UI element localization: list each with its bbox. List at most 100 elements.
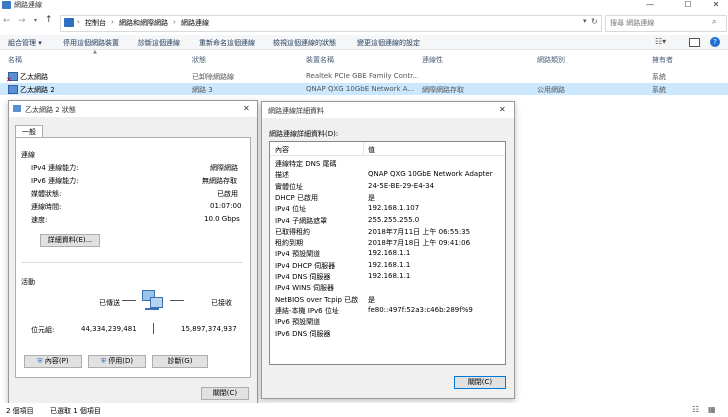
details-view-icon[interactable]: ☷ — [692, 405, 699, 414]
change-settings-button[interactable]: 變更這個連線的設定 — [357, 38, 420, 48]
detail-property: 已取得租約 — [275, 227, 310, 236]
detail-property: 描述 — [275, 171, 289, 180]
details-button[interactable]: 詳細資料(E)... — [40, 234, 100, 247]
close-button[interactable]: 關閉(C) — [201, 387, 249, 400]
breadcrumb-network-connections[interactable]: 網路連線 — [181, 18, 209, 28]
detail-property: IPv6 預設閘道 — [275, 318, 321, 327]
details-list-header: 內容 值 — [270, 142, 505, 156]
detail-value: QNAP QXG 10GbE Network Adapter — [368, 170, 493, 179]
organize-button[interactable]: 組合管理 ▾ — [8, 38, 42, 48]
view-status-button[interactable]: 檢視這個連線的狀態 — [273, 38, 336, 48]
detail-value: 192.168.1.1 — [368, 249, 411, 258]
bytes-label: 位元組: — [31, 326, 55, 334]
sent-line — [122, 300, 136, 301]
detail-value: fe80::497f:52a3:c46b:289f%9 — [368, 305, 473, 314]
up-arrow-icon[interactable]: ↑ — [45, 15, 53, 25]
duration-value: 01:07:00 — [210, 202, 242, 210]
network-folder-icon — [2, 1, 11, 9]
status-bar: 2 個項目 已選取 1 個項目 ☷ ▦ — [0, 403, 728, 417]
shield-icon: ⛨ — [100, 357, 107, 365]
search-placeholder: 搜尋 網路連線 — [610, 19, 655, 27]
network-adapter-icon — [8, 85, 18, 94]
crumb-separator-icon: › — [173, 18, 176, 26]
control-panel-icon — [64, 18, 74, 27]
close-window-button[interactable]: ✕ — [706, 0, 726, 11]
details-list[interactable]: 內容 值 連線特定 DNS 尾碼 描述 QNAP QXG 10GbE Network… — [269, 141, 506, 365]
row-status: 已卸除網路線 — [192, 73, 234, 81]
refresh-icon[interactable]: ↻ — [591, 17, 598, 26]
table-row[interactable]: ✕ 乙太網路 已卸除網路線 Realtek PCIe GBE Family Co… — [0, 70, 728, 84]
crumb-separator-icon: › — [111, 18, 114, 26]
detail-value: 192.168.1.1 — [368, 272, 411, 280]
detail-value: 255.255.255.0 — [368, 215, 420, 224]
close-icon[interactable]: ✕ — [243, 104, 250, 113]
media-state-value: 已啟用 — [217, 190, 238, 198]
recent-chevron-down-icon[interactable]: ▾ — [34, 17, 37, 24]
back-arrow-icon[interactable]: ← — [3, 16, 11, 26]
table-row-selected[interactable]: 乙太網路 2 網路 3 QNAP QXG 10GbE Network A... … — [0, 83, 728, 95]
speed-label: 速度: — [31, 216, 48, 224]
detail-value: 24-5E-BE-29-E4-34 — [368, 181, 435, 190]
large-icons-view-icon[interactable]: ▦ — [708, 405, 716, 414]
ipv4-label: IPv4 連線能力: — [31, 164, 79, 172]
help-icon[interactable]: ? — [710, 37, 720, 47]
detail-value: 192.168.1.1 — [368, 260, 411, 269]
ipv4-value: 網際網路 — [210, 164, 238, 172]
divider — [21, 262, 243, 263]
rename-connection-button[interactable]: 重新命名這個連線 — [199, 38, 255, 48]
column-header-status[interactable]: 狀態 — [192, 55, 206, 65]
properties-button[interactable]: ⛨ 內容(P) — [24, 355, 82, 368]
column-header-connectivity[interactable]: 連線性 — [422, 55, 443, 65]
bytes-sent-value: 44,334,239,481 — [81, 325, 137, 333]
details-close-button[interactable]: 關閉(C) — [454, 376, 506, 389]
title-bar: 網路連線 — ☐ ✕ — [0, 0, 728, 11]
detail-property: DHCP 已啟用 — [275, 193, 318, 202]
detail-value: 192.168.1.107 — [368, 204, 420, 213]
close-icon[interactable]: ✕ — [499, 105, 506, 114]
sent-label: 已傳送 — [99, 299, 120, 307]
sort-up-icon: ▲ — [93, 49, 97, 55]
details-subtitle: 網路連線詳細資料(D): — [269, 130, 339, 138]
disable-button[interactable]: ⛨ 停用(D) — [88, 355, 146, 368]
divider — [153, 323, 154, 334]
speed-value: 10.0 Gbps — [204, 215, 240, 223]
bytes-received-value: 15,897,374,937 — [181, 325, 237, 333]
forward-arrow-icon[interactable]: → — [18, 16, 26, 26]
item-count: 2 個項目 — [6, 407, 34, 415]
column-header-property[interactable]: 內容 — [275, 145, 289, 155]
network-activity-icon — [142, 290, 163, 312]
maximize-button[interactable]: ☐ — [678, 0, 698, 11]
column-header-device[interactable]: 裝置名稱 — [306, 55, 334, 65]
row-connectivity: 網際網路存取 — [422, 86, 464, 94]
search-icon[interactable]: ⌕ — [712, 17, 716, 27]
diagnose-connection-button[interactable]: 診斷這個連線 — [138, 38, 180, 48]
detail-value: 是 — [368, 193, 375, 202]
detail-property: 連線特定 DNS 尾碼 — [275, 160, 337, 168]
column-header-name[interactable]: 名稱 — [8, 55, 22, 65]
search-input[interactable]: 搜尋 網路連線 ⌕ — [605, 15, 727, 32]
column-header-category[interactable]: 網路類別 — [537, 55, 565, 65]
details-dialog-titlebar: 網路連線詳細資料 ✕ — [262, 102, 514, 118]
detail-value: 2018年7月18日 上午 09:41:06 — [368, 239, 471, 248]
column-header-value[interactable]: 值 — [368, 145, 375, 155]
diagnose-button[interactable]: 診斷(G) — [152, 355, 208, 368]
detail-property: IPv4 子網路遮罩 — [275, 216, 328, 225]
preview-pane-icon[interactable] — [689, 38, 700, 47]
breadcrumb-network-internet[interactable]: 網路和網際網路 — [119, 18, 168, 28]
breadcrumb-control-panel[interactable]: 控制台 — [85, 18, 106, 28]
view-options-icon[interactable]: ☷▾ — [655, 37, 666, 46]
selected-count: 已選取 1 個項目 — [50, 407, 101, 415]
minimize-button[interactable]: — — [640, 0, 660, 11]
properties-button-label: 內容(P) — [44, 357, 69, 365]
detail-property: IPv4 預設閘道 — [275, 250, 321, 259]
tab-panel: 連線 IPv4 連線能力: 網際網路 IPv6 連線能力: 無網路存取 媒體狀態… — [15, 137, 251, 378]
disable-device-button[interactable]: 停用這個網路裝置 — [63, 38, 119, 48]
row-category: 公用網路 — [537, 86, 565, 94]
connection-group-label: 連線 — [21, 151, 35, 159]
column-header-owner[interactable]: 擁有者 — [652, 55, 673, 65]
received-line — [170, 300, 184, 301]
detail-property: IPv6 DNS 伺服器 — [275, 329, 331, 338]
address-box[interactable]: › 控制台 › 網路和網際網路 › 網路連線 ▾ ↻ — [60, 15, 602, 32]
address-dropdown-chevron-icon[interactable]: ▾ — [583, 17, 587, 25]
ipv6-label: IPv6 連線能力: — [31, 177, 79, 185]
